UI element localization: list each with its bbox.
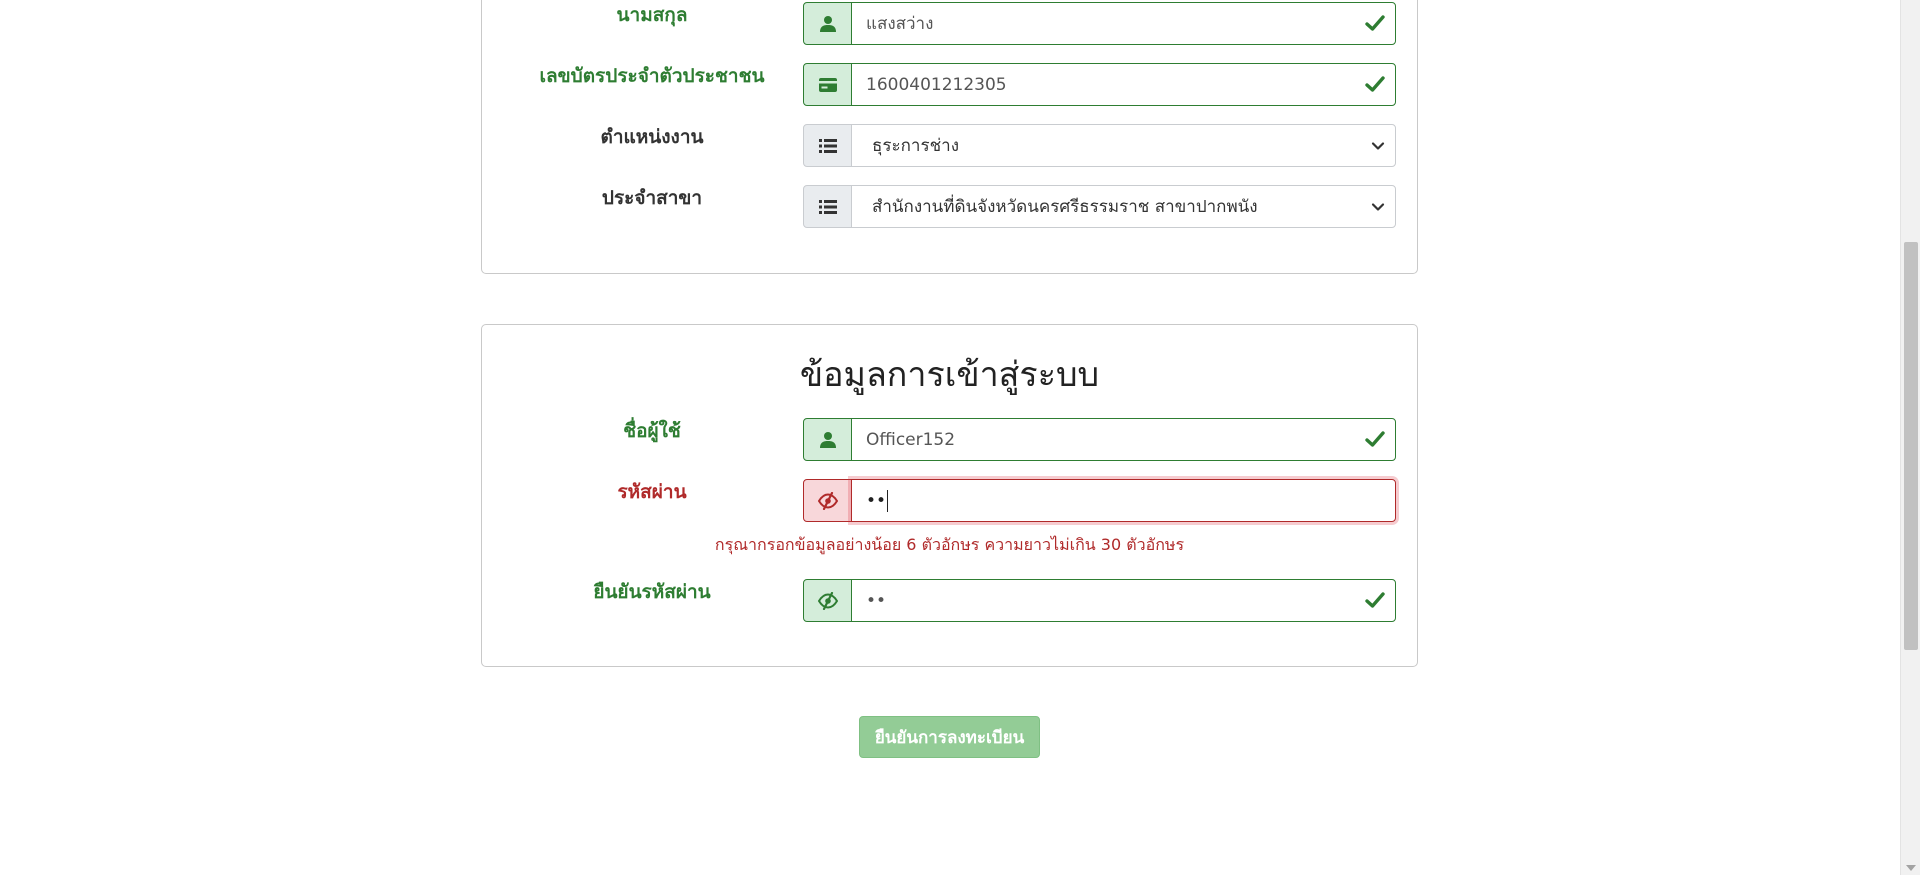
id-card-row: เลขบัตรประจำตัวประชาชน 1600401212305 [482, 63, 1417, 107]
chevron-down-icon [1371, 142, 1385, 150]
eye-slash-icon[interactable] [803, 579, 852, 622]
branch-select[interactable]: สำนักงานที่ดินจังหวัดนครศรีธรรมราช สาขาป… [851, 185, 1396, 228]
password-input[interactable]: •• [851, 479, 1396, 522]
username-value: Officer152 [866, 429, 956, 450]
password-value: •• [866, 490, 887, 511]
confirm-password-row: ยืนยันรหัสผ่าน •• [482, 579, 1417, 623]
user-icon [803, 418, 852, 461]
confirm-password-label: ยืนยันรหัสผ่าน [593, 581, 711, 603]
login-info-card: ข้อมูลการเข้าสู่ระบบ ชื่อผู้ใช้ Officer1… [481, 324, 1418, 667]
id-card-value: 1600401212305 [866, 74, 1007, 95]
submit-registration-button[interactable]: ยืนยันการลงทะเบียน [859, 716, 1040, 758]
scrollbar-thumb[interactable] [1904, 242, 1918, 650]
lastname-value: แสงสว่าง [866, 14, 934, 34]
password-error-message: กรุณากรอกข้อมูลอย่างน้อย 6 ตัวอักษร ความ… [714, 535, 1185, 554]
username-row: ชื่อผู้ใช้ Officer152 [482, 418, 1417, 462]
personal-info-card: นามสกุล แสงสว่าง เลขบัตรประจำตัวประชาชน … [481, 0, 1418, 274]
user-icon [803, 2, 852, 45]
branch-selected: สำนักงานที่ดินจังหวัดนครศรีธรรมราช สาขาป… [872, 197, 1258, 217]
password-label: รหัสผ่าน [617, 481, 687, 503]
check-icon [1365, 15, 1385, 31]
check-icon [1365, 592, 1385, 608]
position-label: ตำแหน่งงาน [600, 126, 704, 148]
scrollbar[interactable] [1900, 0, 1920, 875]
confirm-password-input[interactable]: •• [851, 579, 1396, 622]
id-card-icon [803, 63, 852, 106]
confirm-password-value: •• [866, 590, 887, 611]
check-icon [1365, 76, 1385, 92]
username-input[interactable]: Officer152 [851, 418, 1396, 461]
scroll-down-arrow-icon[interactable] [1906, 865, 1916, 871]
chevron-down-icon [1371, 203, 1385, 211]
id-card-input[interactable]: 1600401212305 [851, 63, 1396, 106]
id-card-label: เลขบัตรประจำตัวประชาชน [539, 65, 765, 87]
eye-slash-icon[interactable] [803, 479, 852, 522]
branch-label: ประจำสาขา [601, 187, 703, 209]
lastname-row: นามสกุล แสงสว่าง [482, 2, 1417, 46]
position-row: ตำแหน่งงาน ธุระการช่าง [482, 124, 1417, 168]
section-title: ข้อมูลการเข้าสู่ระบบ [799, 355, 1100, 395]
position-selected: ธุระการช่าง [872, 136, 959, 156]
password-row: รหัสผ่าน •• [482, 479, 1417, 523]
list-icon [803, 124, 852, 167]
lastname-input[interactable]: แสงสว่าง [851, 2, 1396, 45]
position-select[interactable]: ธุระการช่าง [851, 124, 1396, 167]
username-label: ชื่อผู้ใช้ [623, 420, 681, 442]
lastname-label: นามสกุล [616, 4, 688, 26]
branch-row: ประจำสาขา สำนักงานที่ดินจังหวัดนครศรีธรร… [482, 185, 1417, 229]
check-icon [1365, 431, 1385, 447]
list-icon [803, 185, 852, 228]
